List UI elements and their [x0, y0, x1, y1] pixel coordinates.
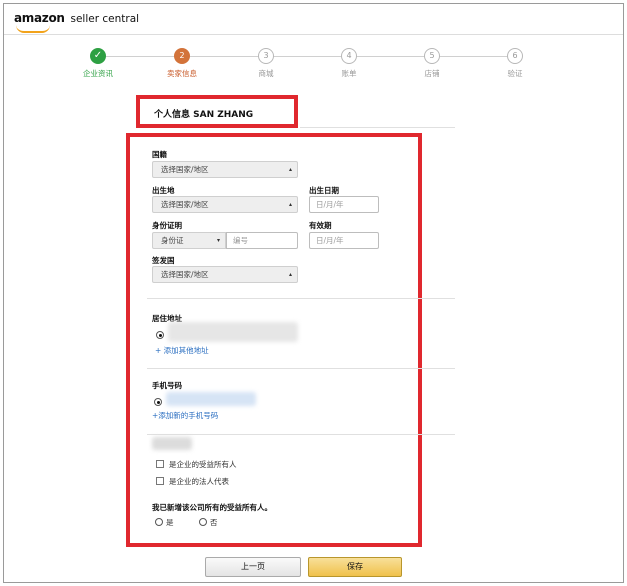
expiry-label: 有效期: [309, 221, 332, 230]
step-1-label: 企业资讯: [83, 69, 113, 78]
amazon-smile-icon: [16, 25, 50, 33]
issuer-label: 签发国: [152, 256, 175, 265]
phone-radio[interactable]: [154, 398, 162, 406]
beneficiary-checkbox-label: 是企业的受益所有人: [169, 460, 237, 469]
beneficiary-checkbox[interactable]: [156, 460, 164, 468]
title-highlight-box: 个人信息 SAN ZHANG: [136, 95, 298, 128]
amazon-seller-central-logo[interactable]: amazon seller central: [14, 11, 139, 33]
step-connector: [434, 56, 516, 57]
redacted-address: [168, 322, 298, 342]
legal-rep-checkbox[interactable]: [156, 477, 164, 485]
step-connector: [268, 56, 350, 57]
previous-page-button[interactable]: 上一页: [205, 557, 301, 577]
step-connector: [351, 56, 433, 57]
step-3-label: 商城: [258, 69, 274, 78]
step-6-label: 验证: [507, 69, 523, 78]
legal-rep-checkbox-label: 是企业的法人代表: [169, 477, 229, 486]
expiry-input[interactable]: 日/月/年: [309, 232, 379, 249]
address-radio[interactable]: [156, 331, 164, 339]
yes-radio[interactable]: [155, 518, 163, 526]
section-divider: [147, 434, 455, 435]
top-header: amazon seller central: [4, 4, 623, 35]
dob-label: 出生日期: [309, 186, 339, 195]
page-title: 个人信息 SAN ZHANG: [154, 110, 254, 120]
nationality-select[interactable]: 选择国家/地区 ▴: [152, 161, 298, 178]
step-2-circle: 2: [174, 48, 190, 64]
step-6-circle: 6: [507, 48, 523, 64]
no-radio[interactable]: [199, 518, 207, 526]
id-label: 身份证明: [152, 221, 182, 230]
step-5-label: 店铺: [424, 69, 440, 78]
id-type-select[interactable]: 身份证 ▾: [152, 232, 226, 249]
add-phone-link[interactable]: +添加新的手机号码: [152, 410, 218, 421]
beneficiaries-question: 我已新增该公司所有的受益所有人。: [152, 503, 272, 512]
select-arrow-icon: ▾: [216, 237, 220, 244]
step-2-label: 卖家信息: [167, 69, 197, 78]
yes-label: 是: [166, 518, 174, 527]
step-connector: [102, 56, 182, 57]
section-divider: [147, 298, 455, 299]
redacted-phone: [166, 392, 256, 406]
dob-input[interactable]: 日/月/年: [309, 196, 379, 213]
step-connector: [184, 56, 266, 57]
phone-label: 手机号码: [152, 381, 182, 390]
step-3-circle: 3: [258, 48, 274, 64]
nationality-label: 国籍: [152, 150, 167, 159]
id-number-input[interactable]: 编号: [226, 232, 298, 249]
birthplace-select[interactable]: 选择国家/地区 ▴: [152, 196, 298, 213]
section-divider: [147, 368, 455, 369]
step-4-circle: 4: [341, 48, 357, 64]
no-label: 否: [210, 518, 218, 527]
step-1-check-icon: ✓: [90, 48, 106, 64]
title-divider: [300, 127, 455, 128]
step-4-label: 账单: [341, 69, 357, 78]
select-arrows-icon: ▴: [288, 166, 292, 173]
progress-steps: ✓ 企业资讯 2 卖家信息 3 商城 4 账单 5 店铺 6 验证: [74, 44, 554, 84]
issuer-select[interactable]: 选择国家/地区 ▴: [152, 266, 298, 283]
redacted-name: [152, 437, 192, 450]
save-button[interactable]: 保存: [308, 557, 402, 577]
step-5-circle: 5: [424, 48, 440, 64]
birthplace-label: 出生地: [152, 186, 175, 195]
add-address-link[interactable]: + 添加其他地址: [155, 345, 209, 356]
select-arrows-icon: ▴: [288, 271, 292, 278]
select-arrows-icon: ▴: [288, 201, 292, 208]
